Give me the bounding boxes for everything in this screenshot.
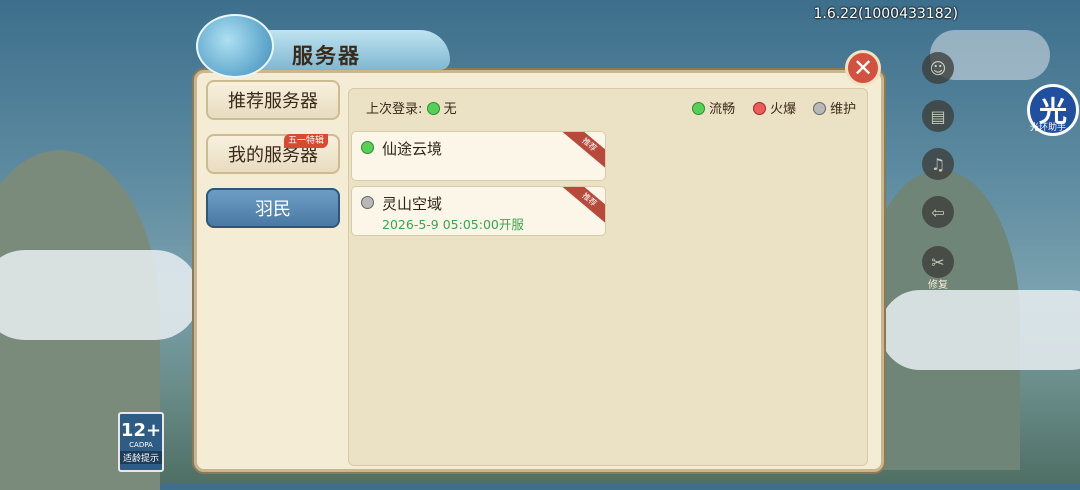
notice-icon[interactable]: ▤ [922, 100, 954, 132]
service-icon[interactable]: ☺ [922, 52, 954, 84]
server-card[interactable]: 灵山空域 2026-5-9 05:05:00开服 推荐 [351, 186, 606, 236]
smooth-dot-icon [692, 102, 705, 115]
tab-yumin[interactable]: 羽民 [206, 188, 340, 228]
legend-maintenance-label: 维护 [830, 102, 857, 117]
recommend-ribbon: 推荐 [561, 132, 605, 170]
server-open-date: 2026-5-9 05:05:00开服 [382, 217, 524, 232]
tab-yumin-label: 羽民 [255, 199, 291, 220]
repair-label: 修复 [928, 280, 948, 291]
close-button[interactable]: ✕ [845, 50, 881, 86]
legend-busy-label: 火爆 [770, 102, 797, 117]
status-dot-icon [426, 102, 440, 115]
version-label: 1.6.22(1000433182) [813, 6, 958, 22]
tab-recommended-label: 推荐服务器 [228, 91, 318, 112]
repair-icon[interactable]: ✂ [922, 246, 954, 278]
legend-smooth: 流畅 [692, 98, 735, 117]
last-login: 上次登录: 无 [366, 98, 457, 117]
mute-glyph: ♫ [930, 154, 946, 174]
age-number: 12+ [120, 420, 162, 441]
helper-label: 光环助手 [1030, 123, 1067, 133]
close-icon: ✕ [852, 54, 874, 82]
last-login-label: 上次登录: [366, 102, 423, 117]
server-name: 仙途云境 [382, 140, 443, 158]
recommend-ribbon: 推荐 [561, 187, 605, 225]
busy-dot-icon [753, 102, 766, 115]
mute-icon[interactable]: ♫ [922, 148, 954, 180]
legend-maintenance: 维护 [813, 98, 856, 117]
last-login-value: 无 [443, 102, 457, 117]
tab-recommended[interactable]: 推荐服务器 [206, 80, 340, 120]
legend-smooth-label: 流畅 [709, 102, 736, 117]
maintenance-dot-icon [813, 102, 826, 115]
legend-busy: 火爆 [753, 98, 796, 117]
repair-glyph: ✂ [931, 252, 945, 272]
age-text: 适龄提示 [120, 451, 162, 464]
exit-glyph: ⇦ [931, 202, 945, 222]
mascot-fish-icon [196, 14, 274, 78]
notice-glyph: ▤ [930, 106, 946, 126]
server-card[interactable]: 仙途云境 推荐 [351, 131, 606, 181]
age-org: CADPA [129, 441, 153, 449]
service-glyph: ☺ [929, 58, 947, 78]
age-rating-badge: 12+ CADPA 适龄提示 [118, 412, 164, 472]
dialog-title: 服务器 [292, 44, 361, 68]
server-status-dot-icon [361, 141, 374, 154]
event-badge: 五一特辑 [284, 134, 329, 148]
server-status-dot-icon [361, 196, 374, 209]
server-name: 灵山空域 [382, 195, 443, 213]
exit-icon[interactable]: ⇦ [922, 196, 954, 228]
